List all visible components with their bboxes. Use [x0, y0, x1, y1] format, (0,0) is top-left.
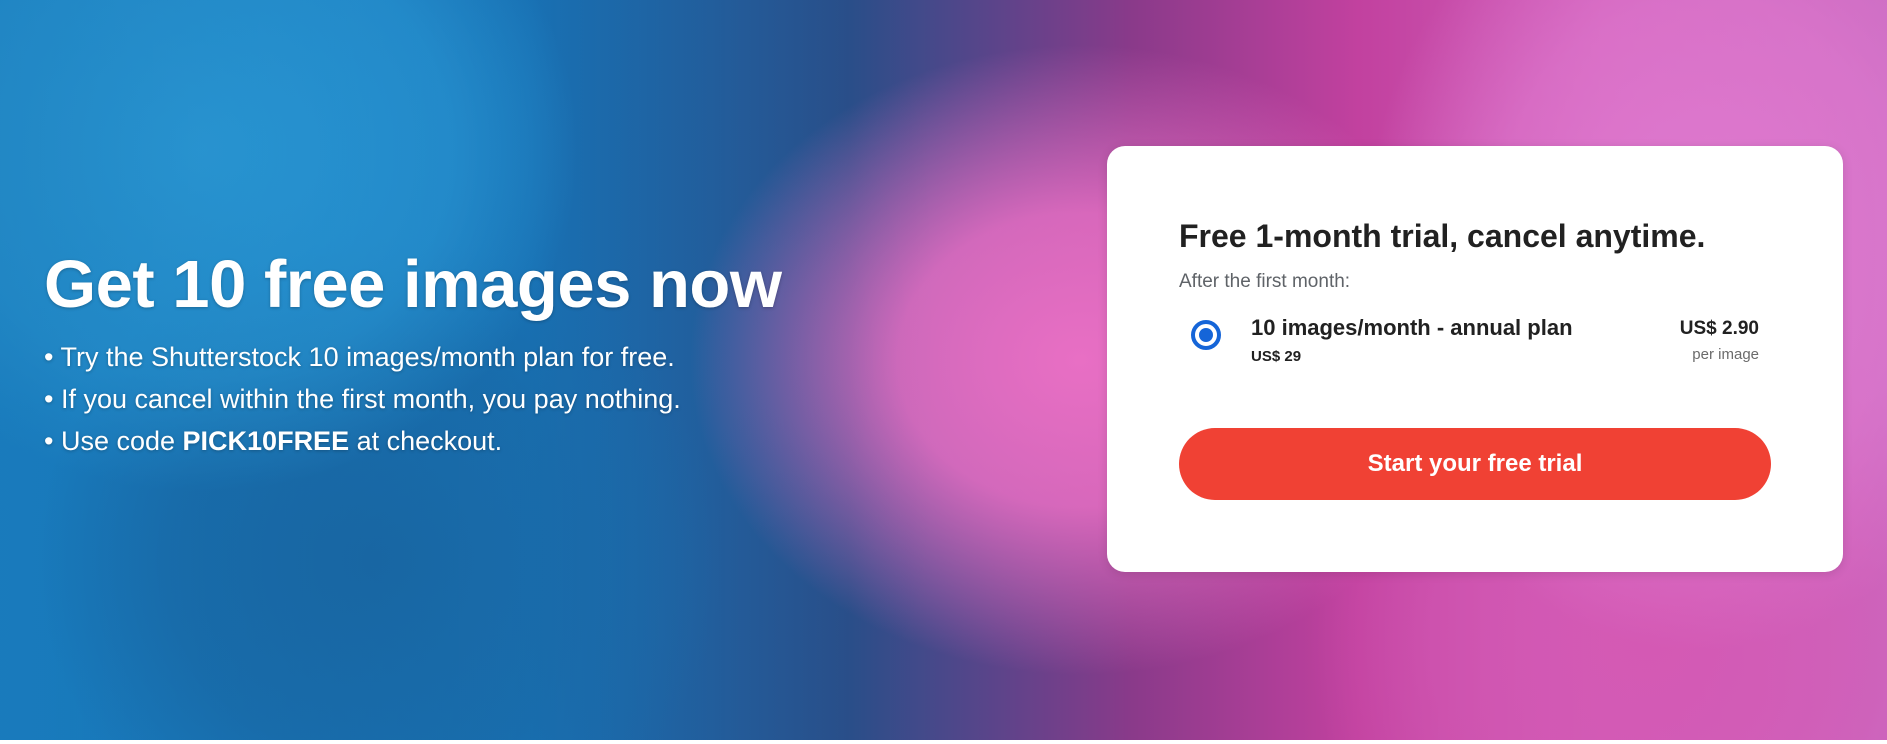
radio-dot	[1199, 328, 1213, 342]
card-title: Free 1-month trial, cancel anytime.	[1179, 218, 1706, 254]
hero-banner: Get 10 free images now • Try the Shutter…	[0, 0, 1887, 740]
plan-total-price: US$ 29	[1251, 348, 1302, 365]
bullet-promo-prefix: • Use code	[44, 426, 183, 456]
plan-price-per-image: US$ 2.90	[1679, 318, 1759, 339]
hero-headline: Get 10 free images now	[44, 247, 782, 322]
hero-bullet-list: • Try the Shutterstock 10 images/month p…	[44, 336, 681, 462]
card-subtitle: After the first month:	[1179, 271, 1351, 292]
bullet-try-plan: • Try the Shutterstock 10 images/month p…	[44, 342, 675, 372]
bullet-cancel: • If you cancel within the first month, …	[44, 384, 681, 414]
plan-price-unit: per image	[1692, 346, 1759, 363]
bullet-promo-code: • Use code PICK10FREE at checkout.	[44, 420, 681, 462]
start-free-trial-button[interactable]: Start your free trial	[1179, 428, 1771, 500]
bullet-promo-suffix: at checkout.	[349, 426, 503, 456]
plan-name: 10 images/month - annual plan	[1251, 315, 1573, 340]
page-divider	[0, 740, 1887, 744]
promo-code: PICK10FREE	[182, 426, 350, 456]
trial-offer-card: Free 1-month trial, cancel anytime. Afte…	[1107, 146, 1843, 572]
plan-option-annual[interactable]: 10 images/month - annual plan US$ 29 US$…	[1191, 314, 1759, 374]
radio-selected-icon[interactable]	[1191, 320, 1221, 350]
